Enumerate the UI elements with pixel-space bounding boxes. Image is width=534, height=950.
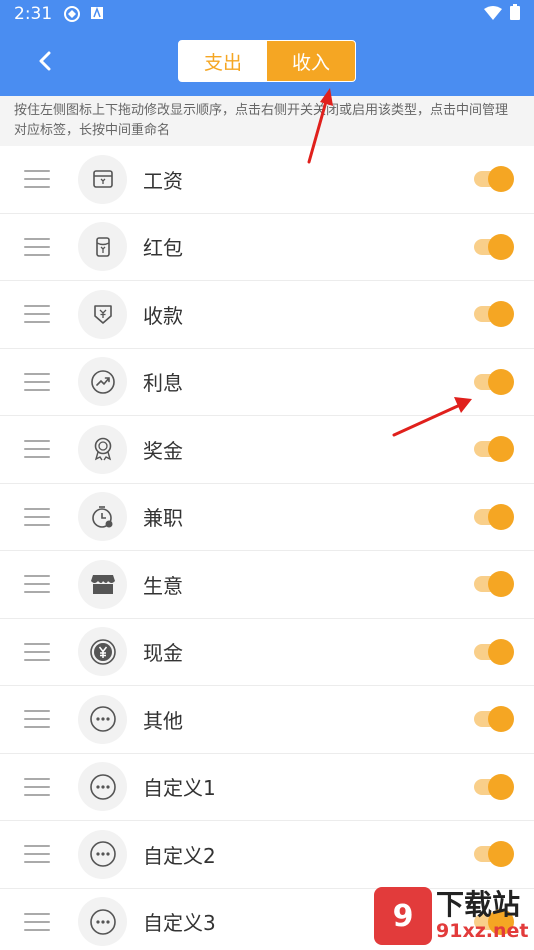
receive-money-icon	[78, 289, 127, 339]
list-item: 生意	[0, 551, 534, 619]
more-icon	[78, 762, 127, 812]
enable-toggle[interactable]	[474, 706, 514, 733]
status-right-icons	[484, 4, 520, 24]
red-envelope-icon	[78, 222, 127, 272]
clock-icon	[78, 492, 127, 542]
yen-coin-icon	[78, 627, 127, 677]
wifi-icon	[484, 5, 502, 24]
category-label[interactable]: 自定义1	[143, 772, 216, 801]
list-item: 收款	[0, 281, 534, 349]
list-item: 其他	[0, 686, 534, 754]
enable-toggle[interactable]	[474, 368, 514, 395]
sync-icon	[64, 6, 81, 22]
app-header: 2:31 支出 收入	[0, 0, 534, 96]
tab-income[interactable]: 收入	[267, 41, 355, 81]
list-item: 奖金	[0, 416, 534, 484]
list-item: 利息	[0, 348, 534, 416]
app-notification-icon	[90, 6, 106, 22]
category-label[interactable]: 生意	[143, 570, 183, 599]
drag-handle-icon[interactable]	[24, 237, 50, 256]
list-item: 兼职	[0, 483, 534, 551]
list-item: 工资	[0, 146, 534, 214]
site-watermark: 9 下载站 91xz.net	[374, 884, 532, 948]
shop-icon	[78, 559, 127, 609]
drag-handle-icon[interactable]	[24, 710, 50, 729]
list-item: 现金	[0, 618, 534, 686]
drag-handle-icon[interactable]	[24, 170, 50, 189]
drag-handle-icon[interactable]	[24, 305, 50, 324]
drag-handle-icon[interactable]	[24, 507, 50, 526]
category-label[interactable]: 其他	[143, 705, 183, 734]
trend-up-icon	[78, 357, 127, 407]
drag-handle-icon[interactable]	[24, 912, 50, 931]
enable-toggle[interactable]	[474, 571, 514, 598]
status-bar: 2:31	[0, 0, 534, 28]
list-item: 红包	[0, 213, 534, 281]
tab-expense[interactable]: 支出	[179, 41, 267, 81]
category-label[interactable]: 奖金	[143, 435, 183, 464]
type-segmented-control: 支出 收入	[178, 40, 356, 82]
category-label[interactable]: 自定义3	[143, 907, 216, 936]
instruction-text: 按住左侧图标上下拖动修改显示顺序，点击右侧开关关闭或启用该类型，点击中间管理对应…	[0, 96, 534, 146]
enable-toggle[interactable]	[474, 638, 514, 665]
enable-toggle[interactable]	[474, 436, 514, 463]
category-label[interactable]: 利息	[143, 367, 183, 396]
category-label[interactable]: 收款	[143, 300, 183, 329]
watermark-url: 91xz.net	[436, 920, 529, 942]
battery-icon	[510, 4, 520, 24]
more-icon	[78, 829, 127, 879]
enable-toggle[interactable]	[474, 773, 514, 800]
watermark-logo: 9	[374, 887, 432, 945]
drag-handle-icon[interactable]	[24, 845, 50, 864]
category-list: 工资 红包 收款 利息 奖金 兼职 生意 现金 其他 自定义1 自定义2 自定义…	[0, 146, 534, 950]
category-label[interactable]: 兼职	[143, 502, 183, 531]
status-time: 2:31	[14, 4, 53, 24]
category-label[interactable]: 自定义2	[143, 840, 216, 869]
enable-toggle[interactable]	[474, 233, 514, 260]
medal-icon	[78, 424, 127, 474]
more-icon	[78, 897, 127, 947]
drag-handle-icon[interactable]	[24, 372, 50, 391]
drag-handle-icon[interactable]	[24, 777, 50, 796]
drag-handle-icon[interactable]	[24, 575, 50, 594]
watermark-name: 下载站	[436, 888, 521, 921]
enable-toggle[interactable]	[474, 503, 514, 530]
chevron-left-icon	[39, 51, 51, 71]
back-button[interactable]	[28, 44, 62, 78]
category-label[interactable]: 工资	[143, 165, 183, 194]
enable-toggle[interactable]	[474, 166, 514, 193]
drag-handle-icon[interactable]	[24, 440, 50, 459]
list-item: 自定义2	[0, 821, 534, 889]
enable-toggle[interactable]	[474, 841, 514, 868]
enable-toggle[interactable]	[474, 301, 514, 328]
category-label[interactable]: 现金	[143, 637, 183, 666]
category-label[interactable]: 红包	[143, 232, 183, 261]
wallet-icon	[78, 154, 127, 204]
drag-handle-icon[interactable]	[24, 642, 50, 661]
more-icon	[78, 694, 127, 744]
list-item: 自定义1	[0, 753, 534, 821]
